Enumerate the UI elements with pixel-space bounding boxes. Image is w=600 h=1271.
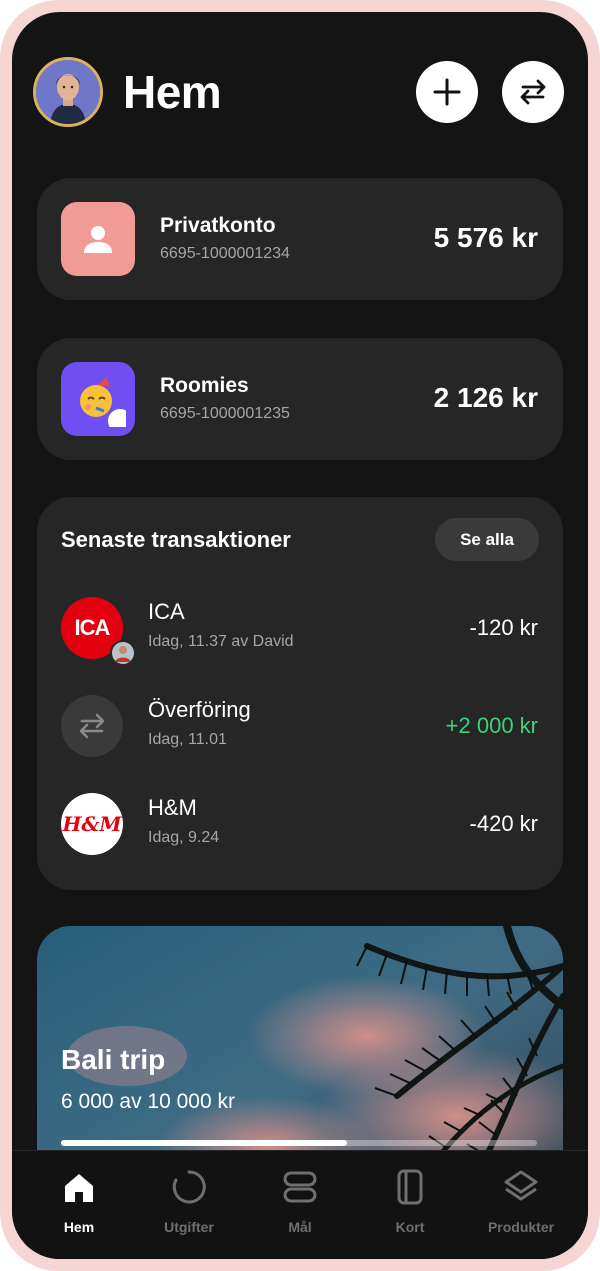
transaction-meta: Idag, 11.37 av David [148,633,294,650]
nav-item-utgifter[interactable]: Utgifter [134,1151,244,1251]
transaction-row-transfer[interactable]: Överföring Idag, 11.01 +2 000 kr [37,687,563,767]
goal-progress-text: 6 000 av 10 000 kr [61,1090,235,1113]
account-balance: 2 126 kr [433,382,538,413]
phone-frame: Hem Privatkonto 6695-1000001234 5 576 kr [0,0,600,1271]
transaction-row-ica[interactable]: ICA ICA Idag, 11.37 av David -120 kr [37,589,563,669]
app-screen: Hem Privatkonto 6695-1000001234 5 576 kr [12,12,588,1259]
nav-item-mal[interactable]: Mål [245,1151,355,1251]
layers-icon [501,1167,541,1207]
see-all-button[interactable]: Se alla [435,518,539,561]
nav-item-kort[interactable]: Kort [355,1151,465,1251]
add-button[interactable] [416,61,478,123]
bottom-navigation: Hem Utgifter Mål Kort Produkter [12,1150,588,1259]
transaction-amount: -120 kr [469,615,538,640]
transaction-name: ICA [148,599,185,624]
account-card-privatkonto[interactable]: Privatkonto 6695-1000001234 5 576 kr [37,178,563,300]
spending-ring-icon [169,1167,209,1207]
transaction-name: H&M [148,795,197,820]
user-avatar-badge-icon [110,640,136,666]
section-title: Senaste transaktioner [61,527,291,552]
nav-label: Mål [288,1219,312,1235]
transaction-meta: Idag, 9.24 [148,829,220,846]
transfer-icon [520,79,546,105]
nav-label: Hem [63,1219,95,1235]
hm-logo-icon: H&M [61,793,123,855]
nav-label: Produkter [487,1219,555,1235]
account-balance: 5 576 kr [433,222,538,253]
account-card-roomies[interactable]: Roomies 6695-1000001235 2 126 kr [37,338,563,460]
transaction-name: Överföring [148,697,251,722]
page-title: Hem [123,66,222,118]
nav-label: Kort [395,1219,425,1235]
transaction-amount: -420 kr [469,811,538,836]
goal-title: Bali trip [61,1044,166,1075]
home-icon [59,1167,99,1207]
nav-item-hem[interactable]: Hem [24,1151,134,1251]
avatar[interactable] [33,57,103,127]
account-number: 6695-1000001234 [160,245,290,262]
plus-icon [433,78,461,106]
person-icon [61,202,135,276]
card-icon [390,1167,430,1207]
account-name: Privatkonto [160,214,276,237]
recent-transactions-card: Senaste transaktioner Se alla ICA ICA Id… [37,497,563,890]
transaction-meta: Idag, 11.01 [148,731,227,748]
goal-progress-fill [61,1140,347,1146]
transfer-icon [61,695,123,757]
account-name: Roomies [160,374,249,397]
account-number: 6695-1000001235 [160,405,290,422]
goals-stack-icon [280,1167,320,1207]
transfer-button[interactable] [502,61,564,123]
nav-item-produkter[interactable]: Produkter [466,1151,576,1251]
transaction-row-hm[interactable]: H&M H&M Idag, 9.24 -420 kr [37,785,563,865]
nav-label: Utgifter [164,1219,214,1235]
avatar-portrait [36,60,100,124]
party-face-icon [61,362,135,436]
transaction-amount: +2 000 kr [445,713,538,738]
goal-progress-bar [61,1140,537,1146]
